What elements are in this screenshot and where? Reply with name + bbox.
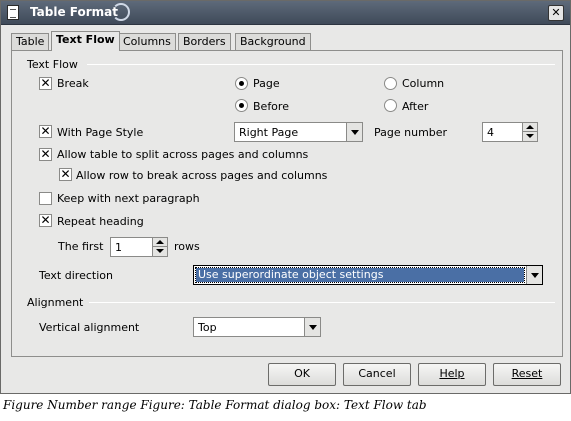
spin-up-icon[interactable] bbox=[153, 238, 167, 247]
chevron-down-icon[interactable] bbox=[304, 318, 320, 336]
help-button[interactable]: Help bbox=[418, 363, 486, 386]
page-radio-label: Page bbox=[253, 77, 280, 90]
text-flow-panel: Text Flow ✕ Break Page Column Before Aft… bbox=[11, 50, 563, 357]
column-radio-label: Column bbox=[402, 77, 445, 90]
before-radio[interactable] bbox=[235, 99, 248, 112]
spinner-buttons bbox=[152, 238, 167, 256]
keep-with-next-label: Keep with next paragraph bbox=[57, 192, 200, 205]
keep-with-next-checkbox[interactable] bbox=[39, 192, 52, 205]
text-flow-separator bbox=[87, 64, 555, 65]
with-page-style-label: With Page Style bbox=[57, 126, 144, 139]
table-format-dialog: Table Format ✕ Table Text Flow Columns B… bbox=[0, 0, 571, 394]
tab-background[interactable]: Background bbox=[235, 33, 311, 50]
tab-text-flow[interactable]: Text Flow bbox=[51, 31, 120, 51]
page-style-value: Right Page bbox=[239, 126, 299, 139]
alignment-group-label: Alignment bbox=[27, 296, 84, 309]
page-number-spinner[interactable]: 4 bbox=[482, 122, 538, 142]
allow-row-break-label: Allow row to break across pages and colu… bbox=[76, 169, 328, 182]
vertical-alignment-select[interactable]: Top bbox=[193, 317, 321, 337]
close-button[interactable]: ✕ bbox=[548, 5, 564, 21]
tab-borders[interactable]: Borders bbox=[178, 33, 231, 50]
vertical-alignment-value: Top bbox=[198, 321, 217, 334]
repeat-heading-checkbox[interactable]: ✕ bbox=[39, 214, 52, 227]
after-radio-label: After bbox=[402, 100, 429, 113]
cancel-button[interactable]: Cancel bbox=[343, 363, 411, 386]
alignment-separator bbox=[89, 302, 555, 303]
text-direction-value: Use superordinate object settings bbox=[195, 267, 525, 283]
spin-up-icon[interactable] bbox=[523, 123, 537, 132]
vertical-alignment-label: Vertical alignment bbox=[39, 321, 140, 334]
first-rows-prefix: The first bbox=[58, 240, 104, 253]
spinner-buttons bbox=[522, 123, 537, 141]
document-icon bbox=[7, 5, 19, 20]
break-label: Break bbox=[57, 77, 89, 90]
title-bar: Table Format ✕ bbox=[1, 1, 570, 25]
ok-button[interactable]: OK bbox=[268, 363, 336, 386]
with-page-style-checkbox[interactable]: ✕ bbox=[39, 125, 52, 138]
page-radio[interactable] bbox=[235, 77, 248, 90]
tab-columns[interactable]: Columns bbox=[118, 33, 176, 50]
before-radio-label: Before bbox=[253, 100, 289, 113]
text-direction-select[interactable]: Use superordinate object settings bbox=[193, 265, 543, 285]
tab-table[interactable]: Table bbox=[11, 33, 50, 50]
allow-split-label: Allow table to split across pages and co… bbox=[57, 148, 309, 161]
first-rows-value: 1 bbox=[115, 241, 122, 254]
text-flow-group-label: Text Flow bbox=[27, 58, 78, 71]
repeat-heading-label: Repeat heading bbox=[57, 215, 144, 228]
chevron-down-icon[interactable] bbox=[346, 123, 362, 141]
spin-down-icon[interactable] bbox=[153, 247, 167, 256]
first-rows-spinner[interactable]: 1 bbox=[110, 237, 168, 257]
allow-split-checkbox[interactable]: ✕ bbox=[39, 148, 52, 161]
page-number-label: Page number bbox=[374, 126, 448, 139]
spin-down-icon[interactable] bbox=[523, 132, 537, 141]
first-rows-suffix: rows bbox=[174, 240, 200, 253]
allow-row-break-checkbox[interactable]: ✕ bbox=[59, 168, 72, 181]
chevron-down-icon[interactable] bbox=[526, 266, 542, 284]
dialog-title: Table Format bbox=[30, 5, 118, 19]
page-style-select[interactable]: Right Page bbox=[234, 122, 363, 142]
column-radio[interactable] bbox=[384, 77, 397, 90]
page-number-value: 4 bbox=[487, 126, 494, 139]
figure-caption: Figure Number range Figure: Table Format… bbox=[3, 398, 427, 412]
break-checkbox[interactable]: ✕ bbox=[39, 77, 52, 90]
reset-button[interactable]: Reset bbox=[493, 363, 561, 386]
text-direction-label: Text direction bbox=[39, 269, 113, 282]
after-radio[interactable] bbox=[384, 99, 397, 112]
app-swirl-icon bbox=[112, 3, 130, 21]
